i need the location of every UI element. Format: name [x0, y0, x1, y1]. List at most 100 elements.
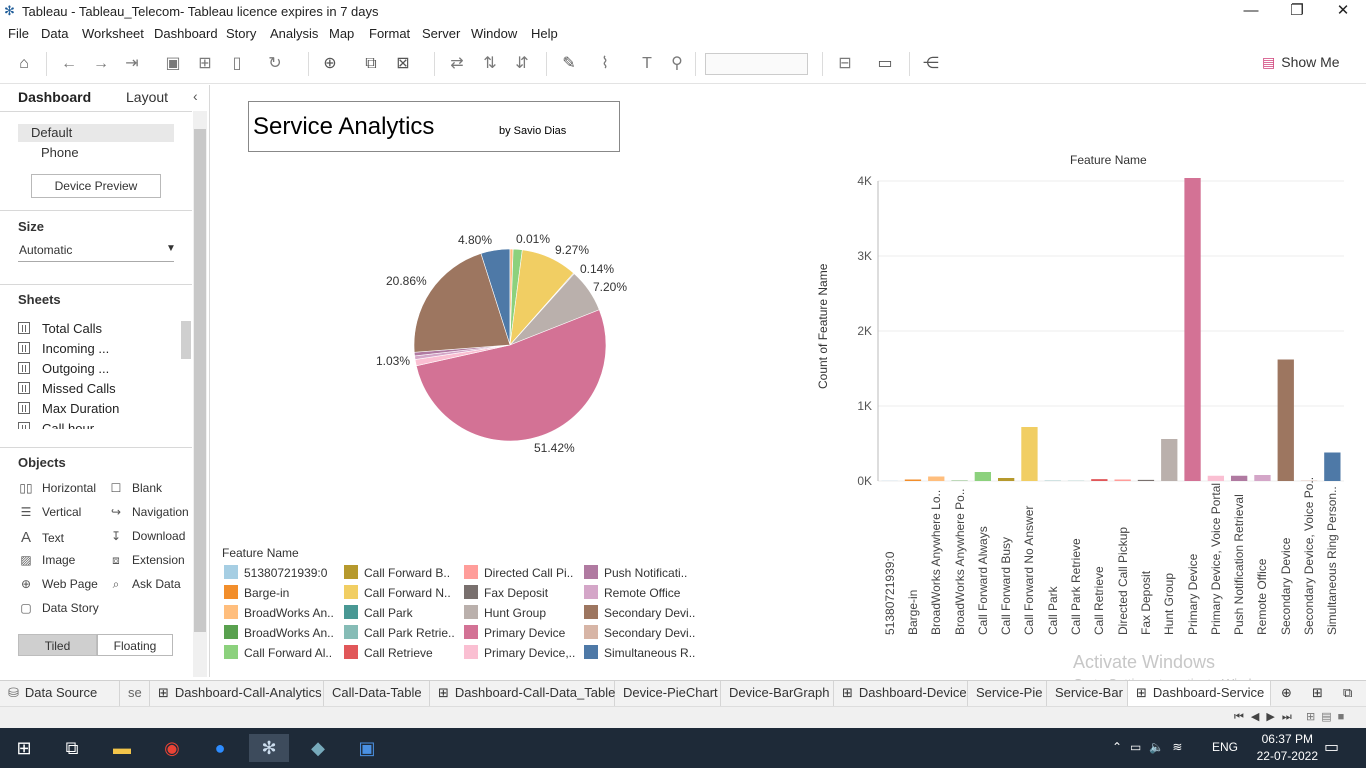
save-icon[interactable]: ▣	[162, 54, 184, 74]
legend-item[interactable]: Call Park Retrie..	[344, 625, 455, 640]
legend-item[interactable]: Fax Deposit	[464, 585, 548, 600]
minimize-button[interactable]: —	[1228, 0, 1274, 22]
bar[interactable]	[928, 476, 945, 482]
legend-item[interactable]: BroadWorks An..	[224, 625, 334, 640]
sheet-item[interactable]: Max Duration	[18, 401, 119, 416]
tab-dashboard[interactable]: Dashboard	[18, 89, 91, 105]
bar[interactable]	[1161, 439, 1178, 481]
pin-icon[interactable]: ⚲	[666, 54, 688, 74]
undo-icon[interactable]: ←	[58, 54, 80, 74]
share-icon[interactable]: ⋲	[920, 54, 942, 74]
duplicate-icon[interactable]: ⧉	[360, 54, 382, 74]
size-select[interactable]: Automatic	[19, 243, 72, 257]
tab-service-bar[interactable]: Service-Bar	[1047, 681, 1128, 707]
size-dropdown-icon[interactable]: ▼	[166, 243, 176, 254]
restore-button[interactable]: ❐	[1274, 0, 1320, 22]
device-phone[interactable]: Phone	[41, 145, 79, 160]
legend-item[interactable]: Simultaneous R..	[584, 645, 695, 660]
bar[interactable]	[1207, 475, 1225, 481]
system-tray-icons[interactable]: ⌃▭🔈≋	[1112, 740, 1190, 754]
left-pane-scroll-thumb[interactable]	[194, 129, 206, 632]
home-icon[interactable]: ⌂	[13, 54, 35, 74]
bar[interactable]	[1184, 178, 1201, 481]
object-download[interactable]: ↧ Download	[108, 529, 185, 543]
legend-item[interactable]: Secondary Devi..	[584, 605, 695, 620]
close-button[interactable]: ✕	[1320, 0, 1366, 22]
show-me-button[interactable]: ▤ Show Me	[1262, 54, 1340, 71]
clear-icon[interactable]: ⊠	[392, 54, 414, 74]
tableau-taskbar-icon[interactable]: ✻	[249, 734, 289, 762]
tab-dashboard-device[interactable]: ⊞ Dashboard-Device	[834, 681, 968, 707]
photos-icon[interactable]: ▣	[347, 734, 387, 762]
new-dashboard-tab-icon[interactable]: ⊞	[1304, 681, 1335, 707]
windows-start-icon[interactable]: ⊞	[4, 734, 44, 762]
bar[interactable]	[1114, 479, 1131, 482]
object-web-page[interactable]: ⊕ Web Page	[18, 577, 98, 591]
language-indicator[interactable]: ENG	[1212, 740, 1238, 754]
menu-window[interactable]: Window	[471, 26, 517, 41]
tab-dashboard-service[interactable]: ⊞ Dashboard-Service	[1128, 681, 1271, 707]
tab-dashboard-call-analytics[interactable]: ⊞ Dashboard-Call-Analytics	[150, 681, 324, 707]
bar-chart[interactable]: 4K3K2K1K0K	[840, 175, 1360, 485]
object-extension[interactable]: ⧈ Extension	[108, 553, 185, 568]
legend-item[interactable]: Push Notificati..	[584, 565, 687, 580]
object-navigation[interactable]: ↪ Navigation	[108, 505, 189, 519]
legend-item[interactable]: Directed Call Pi..	[464, 565, 573, 580]
menu-data[interactable]: Data	[41, 26, 68, 41]
tab-data-source[interactable]: ⛁ Data Source	[0, 681, 120, 707]
new-worksheet-tab-icon[interactable]: ⊕	[1273, 681, 1304, 707]
legend-item[interactable]: Call Park	[344, 605, 413, 620]
bar[interactable]	[904, 479, 922, 482]
tab-partial[interactable]: se	[120, 681, 150, 707]
menu-story[interactable]: Story	[226, 26, 256, 41]
legend-item[interactable]: Secondary Devi..	[584, 625, 695, 640]
refresh-icon[interactable]: ↻	[264, 54, 286, 74]
notifications-icon[interactable]: ▭	[1324, 737, 1339, 757]
menu-file[interactable]: File	[8, 26, 29, 41]
legend-item[interactable]: Call Forward Al..	[224, 645, 332, 660]
floating-toggle[interactable]: Floating	[97, 634, 173, 656]
object-blank[interactable]: ☐ Blank	[108, 481, 162, 495]
show-cards-icon[interactable]: ⊟	[834, 54, 856, 74]
menu-map[interactable]: Map	[329, 26, 354, 41]
presentation-mode-icon[interactable]: ▭	[874, 54, 896, 74]
new-story-tab-icon[interactable]: ⧉	[1335, 681, 1366, 707]
tab-navigation-icon[interactable]: ⏮◀▶⏭	[1234, 710, 1299, 724]
object-ask-data[interactable]: ⌕ Ask Data	[108, 577, 181, 592]
object-horizontal[interactable]: ▯▯ Horizontal	[18, 481, 96, 495]
highlight-icon[interactable]: ✎	[558, 54, 580, 74]
file-explorer-icon[interactable]: ▬	[102, 734, 142, 762]
sheets-scrollbar[interactable]	[181, 321, 191, 359]
chrome-icon[interactable]: ◉	[152, 734, 192, 762]
sheet-item[interactable]: Incoming ...	[18, 341, 109, 356]
task-view-icon[interactable]: ⧉	[52, 734, 92, 762]
menu-worksheet[interactable]: Worksheet	[82, 26, 144, 41]
legend-item[interactable]: Remote Office	[584, 585, 680, 600]
clock[interactable]: 06:37 PM 22-07-2022	[1257, 731, 1318, 765]
new-worksheet-icon[interactable]: ⊕	[319, 54, 341, 74]
device-preview-button[interactable]: Device Preview	[31, 174, 161, 198]
collapse-pane-icon[interactable]: ‹	[193, 88, 198, 104]
legend-item[interactable]: Call Forward B..	[344, 565, 450, 580]
device-default[interactable]: Default	[31, 125, 72, 140]
sort-descending-icon[interactable]: ⇵	[511, 54, 533, 74]
bar[interactable]	[1021, 427, 1038, 481]
redo-icon[interactable]: →	[90, 54, 112, 74]
swap-rows-columns-icon[interactable]: ⇄	[446, 54, 468, 74]
tab-device-bargraph[interactable]: Device-BarGraph	[721, 681, 834, 707]
pause-updates-icon[interactable]: ▯	[226, 54, 248, 74]
menu-analysis[interactable]: Analysis	[270, 26, 318, 41]
swap-icon[interactable]: ⇥	[121, 54, 143, 74]
zoom-icon[interactable]: ●	[200, 734, 240, 762]
bar[interactable]	[974, 472, 992, 481]
legend-item[interactable]: Primary Device	[464, 625, 565, 640]
legend-item[interactable]: 51380721939:0	[224, 565, 327, 580]
bar[interactable]	[1254, 475, 1271, 481]
view-mode-icon[interactable]: ⊞▤■	[1306, 710, 1350, 723]
legend-item[interactable]: Hunt Group	[464, 605, 546, 620]
menu-server[interactable]: Server	[422, 26, 460, 41]
object-data-story[interactable]: ▢ Data Story	[18, 601, 98, 615]
group-icon[interactable]: ⌇	[594, 54, 616, 74]
sheet-item[interactable]: Total Calls	[18, 321, 102, 336]
bar[interactable]	[1091, 479, 1108, 481]
